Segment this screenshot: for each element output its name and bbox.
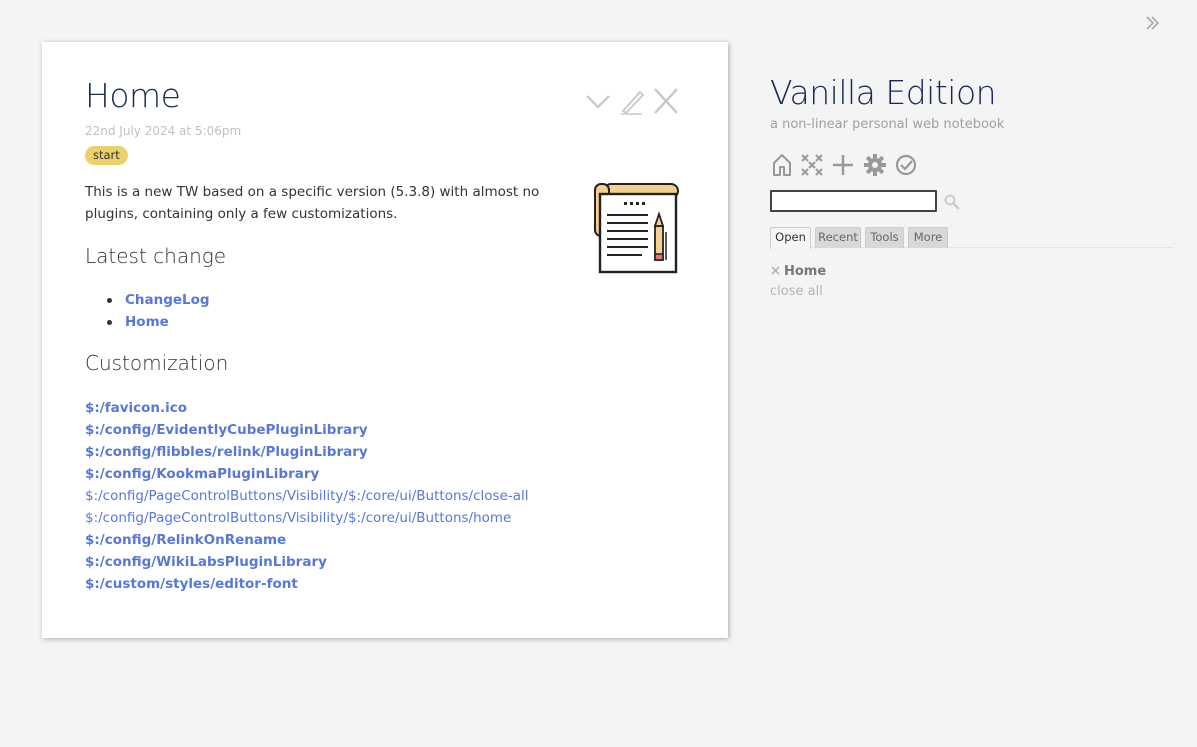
close-all-link[interactable]: close all — [770, 284, 823, 299]
tab-more[interactable]: More — [908, 227, 948, 248]
sidebar-tabs: Open Recent Tools More — [770, 227, 1174, 249]
heading-customization: Customization — [85, 351, 229, 375]
list-item: ChangeLog — [105, 289, 210, 311]
tiddler-card: Home 22nd July 2024 at 5:06pm start This… — [42, 42, 728, 638]
link-wikilabs-library[interactable]: $:/config/WikiLabsPluginLibrary — [85, 551, 529, 573]
tab-tools[interactable]: Tools — [865, 227, 904, 248]
customization-links: $:/favicon.ico $:/config/EvidentlyCubePl… — [85, 397, 529, 595]
new-tiddler-icon[interactable] — [831, 153, 855, 177]
open-tiddler-link[interactable]: Home — [784, 264, 826, 279]
close-icon[interactable] — [652, 86, 680, 116]
link-relink-library[interactable]: $:/config/flibbles/relink/PluginLibrary — [85, 441, 529, 463]
link-relink-on-rename[interactable]: $:/config/RelinkOnRename — [85, 529, 529, 551]
sidebar: Vanilla Edition a non-linear personal we… — [770, 0, 1180, 747]
link-changelog[interactable]: ChangeLog — [125, 292, 210, 308]
link-favicon[interactable]: $:/favicon.ico — [85, 397, 529, 419]
home-icon[interactable] — [770, 153, 794, 177]
tag-start[interactable]: start — [85, 146, 128, 165]
latest-change-list: ChangeLog Home — [105, 289, 210, 333]
intro-paragraph: This is a new TW based on a specific ver… — [85, 184, 540, 222]
site-title: Vanilla Edition — [770, 73, 997, 112]
search-icon[interactable] — [943, 193, 961, 211]
list-item: Home — [105, 311, 210, 333]
link-evidentlycube-library[interactable]: $:/config/EvidentlyCubePluginLibrary — [85, 419, 529, 441]
link-home[interactable]: Home — [125, 314, 169, 330]
notebook-pencil-icon — [594, 183, 679, 274]
edit-icon[interactable] — [618, 86, 646, 116]
tiddler-subtitle: 22nd July 2024 at 5:06pm — [85, 124, 242, 138]
open-tiddler-item: Home — [770, 264, 826, 280]
chevron-down-icon[interactable] — [584, 86, 612, 116]
save-wiki-icon[interactable] — [894, 153, 918, 177]
control-panel-icon[interactable] — [863, 153, 887, 177]
tiddler-title: Home — [85, 76, 181, 115]
link-visibility-close-all[interactable]: $:/config/PageControlButtons/Visibility/… — [85, 485, 529, 507]
close-icon[interactable] — [770, 265, 781, 276]
link-kookma-library[interactable]: $:/config/KookmaPluginLibrary — [85, 463, 529, 485]
heading-latest-change: Latest change — [85, 244, 227, 268]
search-input[interactable] — [770, 190, 937, 212]
link-visibility-home[interactable]: $:/config/PageControlButtons/Visibility/… — [85, 507, 529, 529]
tab-recent[interactable]: Recent — [815, 227, 861, 248]
site-subtitle: a non-linear personal web notebook — [770, 117, 1005, 132]
close-all-icon[interactable] — [800, 153, 824, 177]
link-editor-font[interactable]: $:/custom/styles/editor-font — [85, 573, 529, 595]
tab-open[interactable]: Open — [770, 227, 811, 249]
